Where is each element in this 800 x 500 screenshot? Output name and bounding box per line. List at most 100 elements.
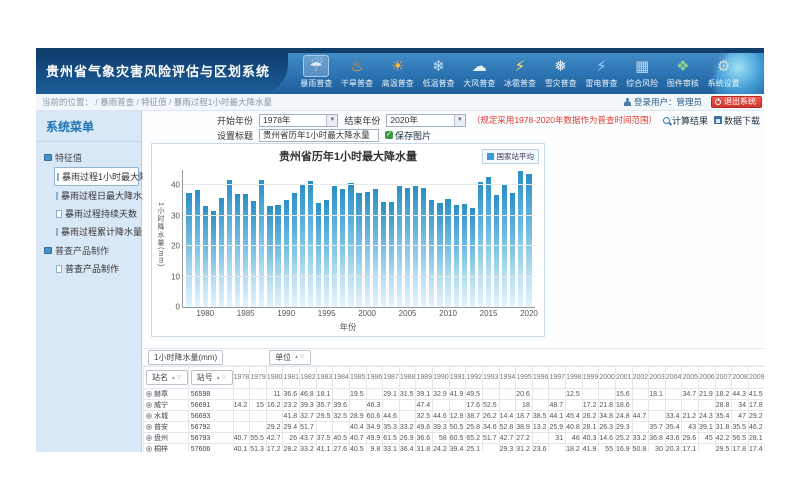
nav-item-系统设置[interactable]: ⚙系统设置	[703, 55, 744, 93]
sidebar-item-暴雨过程累计降水量[interactable]: 暴雨过程累计降水量	[54, 223, 139, 240]
radio-icon[interactable]	[146, 446, 152, 452]
sort-filter-icon[interactable]: ▲▽	[216, 375, 227, 381]
sort-filter-icon[interactable]: ▲▽	[294, 354, 305, 360]
sidebar-item-暴雨过程持续天数[interactable]: 暴雨过程持续天数	[54, 205, 139, 222]
sidebar-group-普查产品制作[interactable]: 普查产品制作	[42, 241, 139, 259]
nav-item-冰雹普查[interactable]: ⚡冰雹普查	[500, 55, 541, 93]
year-header-2006[interactable]: 2006	[699, 367, 716, 389]
logout-button[interactable]: 退出系统	[711, 96, 762, 108]
station-name-cell[interactable]: 威宁	[144, 400, 189, 411]
value-cell-威宁-1996	[532, 400, 549, 411]
chart-legend[interactable]: 国家站平均	[482, 149, 540, 164]
year-header-2005[interactable]: 2005	[682, 367, 699, 389]
year-header-2001[interactable]: 2001	[615, 367, 632, 389]
year-header-1984[interactable]: 1984	[333, 367, 350, 389]
radio-icon[interactable]	[146, 402, 152, 408]
sort-filter-icon[interactable]: ▲▽	[171, 375, 182, 381]
station-name-cell[interactable]: 水城	[144, 411, 189, 422]
table-row-桐梓[interactable]: 桐梓5760640.151.317.228.233.241.127.640.59…	[144, 444, 765, 453]
nav-item-图件审核[interactable]: ❖图件审核	[663, 55, 704, 93]
table-row-盘州[interactable]: 盘州5679340.755.542.72643.737.540.540.749.…	[144, 433, 765, 444]
radio-icon[interactable]	[146, 391, 152, 397]
y-tick-label: 30	[171, 211, 180, 220]
save-image-button[interactable]: 保存图片	[385, 129, 431, 142]
year-header-2007[interactable]: 2007	[715, 367, 732, 389]
station-name-cell[interactable]: 赫章	[144, 389, 189, 400]
calc-result-button[interactable]: 计算结果	[663, 114, 708, 127]
year-header-1986[interactable]: 1986	[366, 367, 383, 389]
year-header-1998[interactable]: 1998	[566, 367, 583, 389]
year-header-2003[interactable]: 2003	[649, 367, 666, 389]
year-header-2004[interactable]: 2004	[665, 367, 682, 389]
nav-item-大风普查[interactable]: ☁大风普查	[459, 55, 500, 93]
year-header-1979[interactable]: 1979	[250, 367, 267, 389]
table-row-威宁[interactable]: 威宁5669114.21516.223.239.335.739.646.347.…	[144, 400, 765, 411]
year-header-1982[interactable]: 1982	[300, 367, 317, 389]
data-download-button[interactable]: 数据下载	[714, 114, 760, 127]
start-year-select[interactable]: 1978年 ▼	[259, 114, 338, 127]
nav-item-低温普查[interactable]: ❄低温普查	[418, 55, 459, 93]
year-header-1995[interactable]: 1995	[516, 367, 533, 389]
year-header-1989[interactable]: 1989	[416, 367, 433, 389]
year-header-2008[interactable]: 2008	[732, 367, 749, 389]
nav-item-label: 大风普查	[463, 78, 495, 89]
chart-title-input[interactable]: 贵州省历年1小时最大降水量	[259, 129, 379, 142]
value-cell-赫章-2002	[632, 389, 649, 400]
value-field-chip[interactable]: 1小时降水量(mm)	[148, 350, 223, 365]
year-header-1994[interactable]: 1994	[499, 367, 516, 389]
station-name-cell[interactable]: 盘州	[144, 433, 189, 444]
table-row-赫章[interactable]: 赫章565981136.646.818.119.529.131.539.132.…	[144, 389, 765, 400]
radio-icon[interactable]	[146, 435, 152, 441]
bar-slot-1978	[185, 170, 193, 307]
year-header-1992[interactable]: 1992	[466, 367, 483, 389]
nav-item-雷电普查[interactable]: ⚡雷电普查	[581, 55, 622, 93]
year-header-1988[interactable]: 1988	[399, 367, 416, 389]
nav-item-干旱普查[interactable]: ♨干旱普查	[337, 55, 378, 93]
station-id-header-label: 站号	[197, 372, 213, 383]
sidebar-item-暴雨过程日最大降水量[interactable]: 暴雨过程日最大降水量	[54, 187, 139, 204]
year-header-1980[interactable]: 1980	[266, 367, 283, 389]
nav-item-高温普查[interactable]: ☀高温普查	[377, 55, 418, 93]
value-cell-威宁-1983: 35.7	[316, 400, 333, 411]
year-header-1983[interactable]: 1983	[316, 367, 333, 389]
year-header-1990[interactable]: 1990	[433, 367, 450, 389]
value-cell-普安-1995: 38.9	[516, 422, 533, 433]
station-name-header-chip[interactable]: 站名▲▽	[146, 370, 188, 385]
bar-slot-2006	[412, 170, 420, 307]
unit-field-chip[interactable]: 单位 ▲▽	[269, 350, 311, 365]
year-header-2002[interactable]: 2002	[632, 367, 649, 389]
sidebar-group-特征值[interactable]: 特征值	[42, 148, 139, 166]
year-header-1987[interactable]: 1987	[383, 367, 400, 389]
year-header-1991[interactable]: 1991	[449, 367, 466, 389]
station-name: 普安	[154, 424, 168, 431]
nav-item-雪灾普查[interactable]: ❅雪灾普查	[540, 55, 581, 93]
radio-icon[interactable]	[146, 413, 152, 419]
bar-slot-1991	[290, 170, 298, 307]
year-header-1999[interactable]: 1999	[582, 367, 599, 389]
app-window: 贵州省气象灾害风险评估与区划系统 ☔暴雨普查♨干旱普查☀高温普查❄低温普查☁大风…	[36, 48, 764, 452]
year-header-1981[interactable]: 1981	[283, 367, 300, 389]
station-name-cell[interactable]: 桐梓	[144, 444, 189, 453]
sidebar-item-普查产品制作[interactable]: 普查产品制作	[54, 260, 139, 277]
year-header-2009[interactable]: 2009	[748, 367, 764, 389]
sidebar-item-暴雨过程1小时最大降水量[interactable]: 暴雨过程1小时最大降水量	[54, 167, 139, 186]
sidebar-item-label: 暴雨过程累计降水量	[61, 225, 142, 238]
year-header-1985[interactable]: 1985	[349, 367, 366, 389]
nav-item-暴雨普查[interactable]: ☔暴雨普查	[296, 55, 337, 93]
station-name-cell[interactable]: 普安	[144, 422, 189, 433]
x-tick-label: 1995	[318, 309, 336, 318]
year-header-1993[interactable]: 1993	[482, 367, 499, 389]
table-row-水城[interactable]: 水城5669341.832.729.532.528.960.644.632.54…	[144, 411, 765, 422]
nav-item-label: 系统设置	[708, 78, 740, 89]
year-header-1978[interactable]: 1978	[233, 367, 250, 389]
station-id-header-chip[interactable]: 站号▲▽	[191, 370, 233, 385]
bar-slot-1986	[250, 170, 258, 307]
year-header-2000[interactable]: 2000	[599, 367, 616, 389]
end-year-select[interactable]: 2020年 ▼	[386, 114, 465, 127]
value-cell-水城-1988	[399, 411, 416, 422]
table-row-普安[interactable]: 普安5679229.229.451.740.434.935.333.249.63…	[144, 422, 765, 433]
radio-icon[interactable]	[146, 424, 152, 430]
year-header-1996[interactable]: 1996	[532, 367, 549, 389]
nav-item-综合风险[interactable]: ▦综合风险	[622, 55, 663, 93]
year-header-1997[interactable]: 1997	[549, 367, 566, 389]
